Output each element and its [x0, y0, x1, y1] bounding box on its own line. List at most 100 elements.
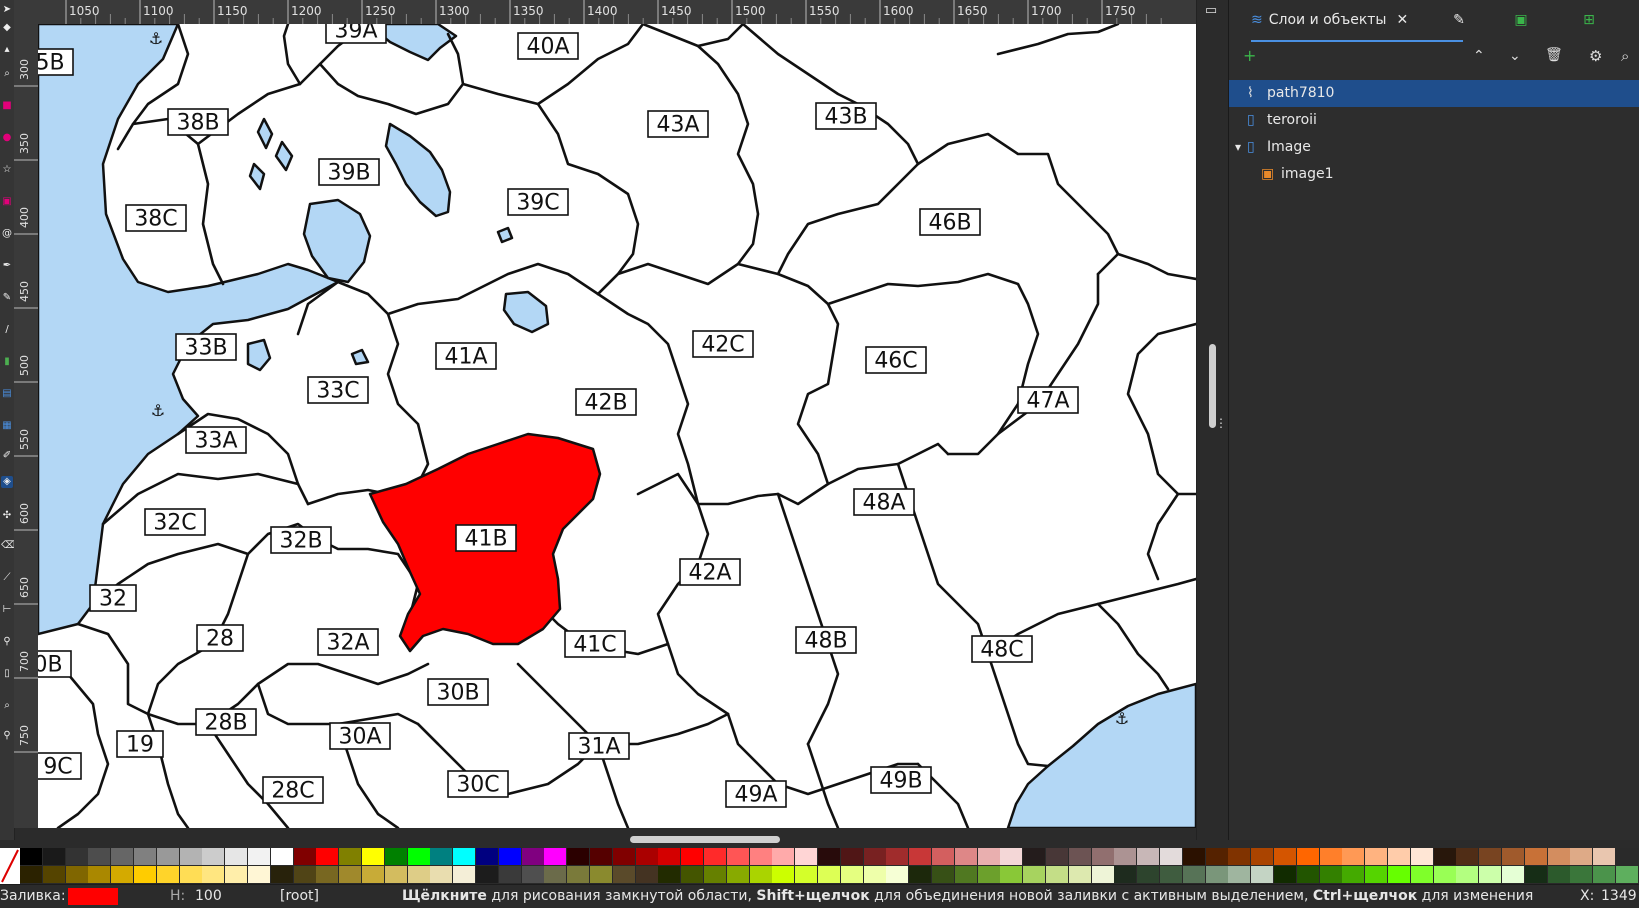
color-swatch[interactable]	[1228, 848, 1250, 865]
color-swatch[interactable]	[1297, 848, 1319, 865]
paint-bucket-tool-icon[interactable]: ◈	[1, 476, 13, 488]
color-swatch[interactable]	[499, 848, 521, 865]
color-swatch[interactable]	[1160, 848, 1182, 865]
display-icon[interactable]: ▭	[1200, 0, 1222, 22]
color-swatch[interactable]	[1548, 848, 1570, 865]
horizontal-ruler[interactable]: 1050110011501200125013001350140014501500…	[14, 0, 1196, 25]
color-swatch[interactable]	[818, 848, 840, 865]
tweak-tool-icon[interactable]: ▴	[1, 44, 13, 56]
color-swatch[interactable]	[157, 866, 179, 883]
move-down-icon[interactable]: ⌄	[1509, 48, 1521, 64]
color-swatch[interactable]	[430, 848, 452, 865]
spray-tool-icon[interactable]: ✣	[1, 510, 13, 522]
color-swatch[interactable]	[1411, 848, 1433, 865]
color-swatch[interactable]	[1411, 866, 1433, 883]
color-swatch[interactable]	[772, 848, 794, 865]
color-swatch[interactable]	[430, 866, 452, 883]
color-swatch[interactable]	[271, 866, 293, 883]
color-swatch[interactable]	[1137, 848, 1159, 865]
color-swatch[interactable]	[1342, 866, 1364, 883]
color-swatch[interactable]	[248, 848, 270, 865]
color-swatch[interactable]	[43, 848, 65, 865]
color-swatch[interactable]	[88, 866, 110, 883]
color-swatch[interactable]	[202, 866, 224, 883]
color-swatch[interactable]	[20, 848, 42, 865]
color-swatch[interactable]	[1046, 848, 1068, 865]
color-swatch[interactable]	[1456, 866, 1478, 883]
color-swatch[interactable]	[864, 848, 886, 865]
layer-indicator[interactable]: [root]	[280, 885, 319, 908]
spiral-tool-icon[interactable]: @	[1, 228, 13, 240]
zoom-tool-icon[interactable]: ⌕	[1, 68, 13, 80]
color-swatch[interactable]	[134, 848, 156, 865]
color-swatch[interactable]	[408, 866, 430, 883]
color-swatch[interactable]	[362, 866, 384, 883]
color-swatch[interactable]	[864, 866, 886, 883]
color-swatch[interactable]	[294, 866, 316, 883]
color-swatch[interactable]	[1251, 866, 1273, 883]
map-drawing[interactable]: ⚓ ⚓ ⚓ 40A39A5B43A43B38B39B39C38C46B33B41…	[38, 24, 1196, 828]
color-swatch[interactable]	[795, 866, 817, 883]
tree-item[interactable]: ▣image1	[1229, 161, 1639, 188]
color-swatch[interactable]	[590, 848, 612, 865]
opacity-field[interactable]: 100	[195, 885, 222, 908]
color-swatch[interactable]	[385, 848, 407, 865]
box3d-tool-icon[interactable]: ▣	[1, 196, 13, 208]
color-swatch[interactable]	[1388, 866, 1410, 883]
ellipse-tool-icon[interactable]: ●	[1, 132, 13, 144]
tab-layers-and-objects[interactable]: ≋Слои и объекты✕	[1251, 0, 1463, 42]
color-swatch[interactable]	[886, 848, 908, 865]
color-swatch[interactable]	[1502, 866, 1524, 883]
drawing-canvas[interactable]: ⚓ ⚓ ⚓ 40A39A5B43A43B38B39B39C38C46B33B41…	[38, 24, 1196, 828]
star-tool-icon[interactable]: ☆	[1, 164, 13, 176]
color-swatch[interactable]	[1251, 848, 1273, 865]
drag-handle-icon[interactable]: ⋮	[1215, 416, 1227, 430]
color-swatch[interactable]	[932, 848, 954, 865]
mesh-tool-icon[interactable]: ▦	[1, 420, 13, 432]
color-swatch[interactable]	[955, 848, 977, 865]
color-swatch[interactable]	[727, 866, 749, 883]
color-swatch[interactable]	[1183, 866, 1205, 883]
color-swatch[interactable]	[1365, 848, 1387, 865]
color-swatch[interactable]	[385, 866, 407, 883]
color-swatch[interactable]	[1023, 866, 1045, 883]
color-swatch[interactable]	[1320, 866, 1342, 883]
color-swatch[interactable]	[225, 866, 247, 883]
color-swatch[interactable]	[248, 866, 270, 883]
color-swatch[interactable]	[1434, 848, 1456, 865]
color-swatch[interactable]	[1114, 848, 1136, 865]
color-swatch[interactable]	[750, 866, 772, 883]
color-swatch[interactable]	[180, 848, 202, 865]
expand-arrow-icon[interactable]: ▾	[1235, 134, 1241, 161]
color-swatch[interactable]	[1342, 848, 1364, 865]
color-swatch[interactable]	[522, 848, 544, 865]
color-swatch[interactable]	[134, 866, 156, 883]
color-swatch[interactable]	[1525, 848, 1547, 865]
color-swatch[interactable]	[978, 848, 1000, 865]
tab-export[interactable]: ▣	[1501, 0, 1541, 40]
tab-fill-stroke[interactable]: ✎	[1439, 0, 1479, 40]
move-up-icon[interactable]: ⌃	[1473, 48, 1485, 64]
color-swatch[interactable]	[1000, 848, 1022, 865]
color-swatch[interactable]	[499, 866, 521, 883]
color-swatch[interactable]	[544, 866, 566, 883]
color-swatch[interactable]	[1274, 848, 1296, 865]
color-swatch[interactable]	[886, 866, 908, 883]
color-swatch[interactable]	[20, 866, 42, 883]
color-swatch[interactable]	[613, 866, 635, 883]
settings-icon[interactable]: ⚙	[1589, 47, 1602, 65]
color-swatch[interactable]	[157, 848, 179, 865]
pages-tool-icon[interactable]: ▯	[1, 668, 13, 680]
eraser-tool-icon[interactable]: ⌫	[1, 540, 13, 552]
color-swatch[interactable]	[271, 848, 293, 865]
color-swatch[interactable]	[727, 848, 749, 865]
calligraphy-tool-icon[interactable]: /	[1, 324, 13, 336]
color-swatch[interactable]	[1274, 866, 1296, 883]
color-swatch[interactable]	[316, 848, 338, 865]
color-swatch[interactable]	[476, 848, 498, 865]
color-swatch[interactable]	[932, 866, 954, 883]
color-swatch[interactable]	[636, 848, 658, 865]
color-swatch[interactable]	[567, 848, 589, 865]
color-swatch[interactable]	[1388, 848, 1410, 865]
color-swatch[interactable]	[1570, 866, 1592, 883]
